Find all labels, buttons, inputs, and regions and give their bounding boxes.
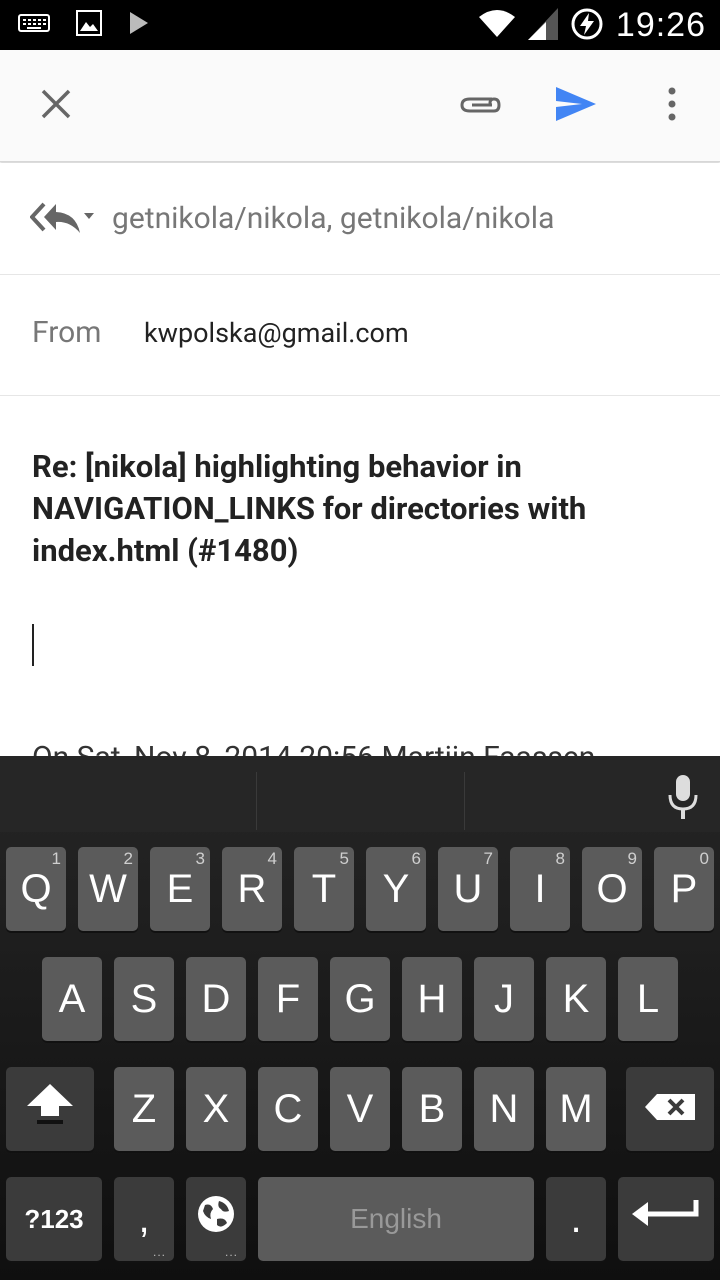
key-r[interactable]: R4 [222,847,282,931]
key-z[interactable]: Z [114,1067,174,1151]
key-n[interactable]: N [474,1067,534,1151]
suggestion-divider [256,772,257,830]
key-g[interactable]: G [330,957,390,1041]
key-label: Q [20,866,52,911]
signal-icon [527,7,558,44]
key-y[interactable]: Y6 [366,847,426,931]
key-label: O [596,866,628,911]
key-label: I [534,866,546,911]
key-j[interactable]: J [474,957,534,1041]
play-notification-icon [128,10,150,40]
space-key[interactable]: English [258,1177,534,1261]
key-u[interactable]: U7 [438,847,498,931]
key-hint-number: 0 [699,849,709,868]
key-hint-number: 5 [339,849,349,868]
more-options-dots: ... [152,1245,166,1259]
key-s[interactable]: S [114,957,174,1041]
subject-field[interactable]: Re: [nikola] highlighting behavior in NA… [32,446,700,572]
key-c[interactable]: C [258,1067,318,1151]
voice-input-button[interactable] [650,766,716,832]
status-time: 19:26 [615,6,706,44]
period-key[interactable]: . [546,1177,606,1261]
key-q[interactable]: Q1 [6,847,66,931]
keyboard-notification-icon [18,12,50,38]
microphone-icon [666,773,700,825]
key-hint-number: 1 [51,849,61,868]
send-button[interactable] [544,50,608,162]
status-bar: 19:26 [0,0,720,50]
suggestion-strip [0,756,720,832]
from-label: From [32,315,102,350]
key-hint-number: 2 [123,849,133,868]
key-label: Y [382,866,410,911]
shift-key[interactable] [6,1067,94,1151]
compose-toolbar [0,50,720,162]
key-v[interactable]: V [330,1067,390,1151]
globe-icon [195,1193,237,1245]
key-label: P [670,866,698,911]
key-b[interactable]: B [402,1067,462,1151]
soft-keyboard: Q 1 W 2 E 3 R 4 T 5 Y 6 U 7 I 8 O 9 P 0 A S D F G H J K L Z X C V B N M ?123… [0,756,720,1280]
attach-button[interactable] [448,50,512,162]
key-h[interactable]: H [402,957,462,1041]
shift-icon [25,1082,75,1136]
key-x[interactable]: X [186,1067,246,1151]
close-button[interactable] [24,50,88,162]
comma-key[interactable]: ,... [114,1177,174,1261]
recipients-text[interactable]: getnikola/nikola, getnikola/nikola [112,163,554,275]
key-p[interactable]: P0 [654,847,714,931]
language-switch-key[interactable]: ... [186,1177,246,1261]
send-icon [554,85,598,127]
enter-key[interactable] [618,1177,714,1261]
key-l[interactable]: L [618,957,678,1041]
key-label: U [453,866,483,911]
key-hint-number: 7 [483,849,493,868]
key-hint-number: 6 [411,849,421,868]
key-label: T [311,866,337,911]
key-o[interactable]: O9 [582,847,642,931]
message-body[interactable] [0,600,720,750]
key-t[interactable]: T5 [294,847,354,931]
key-hint-number: 9 [627,849,637,868]
key-k[interactable]: K [546,957,606,1041]
more-vert-icon [667,87,677,125]
backspace-icon [643,1087,697,1132]
key-w[interactable]: W2 [78,847,138,931]
wifi-icon [478,9,516,43]
key-f[interactable]: F [258,957,318,1041]
symbols-key[interactable]: ?123 [6,1177,102,1261]
key-a[interactable]: A [42,957,102,1041]
from-account[interactable]: kwpolska@gmail.com [144,276,409,390]
from-row[interactable]: From kwpolska@gmail.com [0,276,720,396]
recipients-row[interactable]: getnikola/nikola, getnikola/nikola [0,163,720,275]
suggestion-divider [464,772,465,830]
key-label: E [166,866,194,911]
more-options-dots: ... [224,1245,238,1259]
backspace-key[interactable] [626,1067,714,1151]
key-d[interactable]: D [186,957,246,1041]
reply-all-icon [29,202,96,241]
key-label: W [89,866,127,911]
key-m[interactable]: M [546,1067,606,1151]
close-icon [40,88,72,124]
paperclip-icon [458,91,502,121]
key-hint-number: 8 [555,849,565,868]
image-notification-icon [76,10,102,40]
enter-icon [630,1196,702,1242]
key-hint-number: 3 [195,849,205,868]
status-bar-notifications [18,10,150,40]
key-hint-number: 4 [267,849,277,868]
reply-all-dropdown[interactable] [29,201,96,241]
key-label: R [237,866,267,911]
battery-charging-icon [570,7,604,45]
key-i[interactable]: I8 [510,847,570,931]
more-options-button[interactable] [640,50,704,162]
key-e[interactable]: E3 [150,847,210,931]
